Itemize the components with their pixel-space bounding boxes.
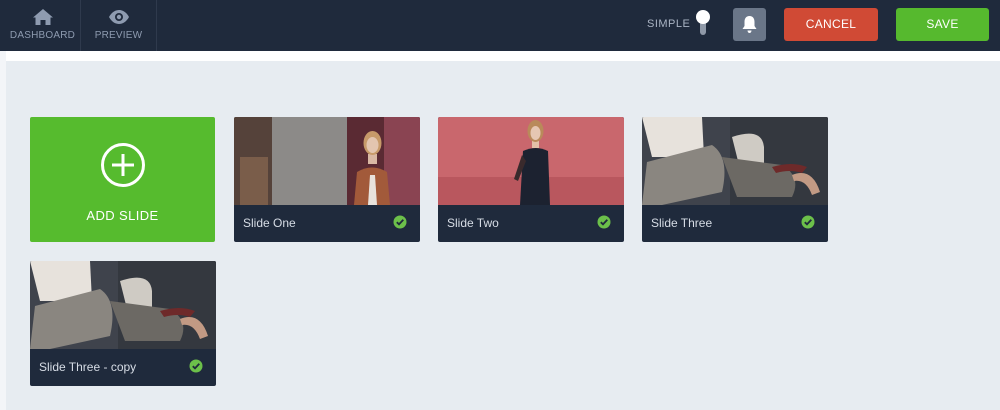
dashboard-label: DASHBOARD [9, 30, 76, 41]
slide-thumbnail [642, 117, 828, 205]
notifications-button[interactable] [733, 8, 766, 41]
slide-card[interactable]: Slide Three [642, 117, 828, 242]
check-circle-icon [189, 359, 203, 373]
slide-card[interactable]: Slide Three - copy [30, 261, 216, 386]
canvas-top-strip [6, 51, 1000, 61]
canvas-left-edge [0, 51, 6, 410]
add-slide-label: ADD SLIDE [86, 208, 159, 223]
slide-name: Slide One [243, 216, 296, 230]
check-circle-icon [801, 215, 815, 229]
check-circle-icon [597, 215, 611, 229]
top-toolbar: DASHBOARD PREVIEW SIMPLE CANCEL SAVE [0, 0, 1000, 51]
slide-thumbnail [30, 261, 216, 349]
mode-label: SIMPLE [647, 18, 691, 30]
slide-thumbnail [438, 117, 624, 205]
mode-toggle[interactable] [696, 10, 710, 36]
cancel-button[interactable]: CANCEL [784, 8, 878, 41]
slide-thumbnail [234, 117, 420, 205]
slide-card[interactable]: Slide One [234, 117, 420, 242]
toggle-knob [696, 10, 710, 24]
slide-name: Slide Two [447, 216, 499, 230]
dashboard-button[interactable]: DASHBOARD [5, 0, 81, 51]
bell-icon [742, 16, 757, 33]
plus-circle-icon [101, 143, 145, 187]
check-circle-icon [393, 215, 407, 229]
slide-name: Slide Three - copy [39, 360, 137, 374]
slide-card[interactable]: Slide Two [438, 117, 624, 242]
eye-icon [108, 10, 129, 24]
home-icon [32, 9, 53, 25]
preview-button[interactable]: PREVIEW [81, 0, 157, 51]
preview-label: PREVIEW [94, 30, 143, 41]
save-button[interactable]: SAVE [896, 8, 989, 41]
slide-name: Slide Three [651, 216, 713, 230]
add-slide-button[interactable]: ADD SLIDE [30, 117, 215, 242]
